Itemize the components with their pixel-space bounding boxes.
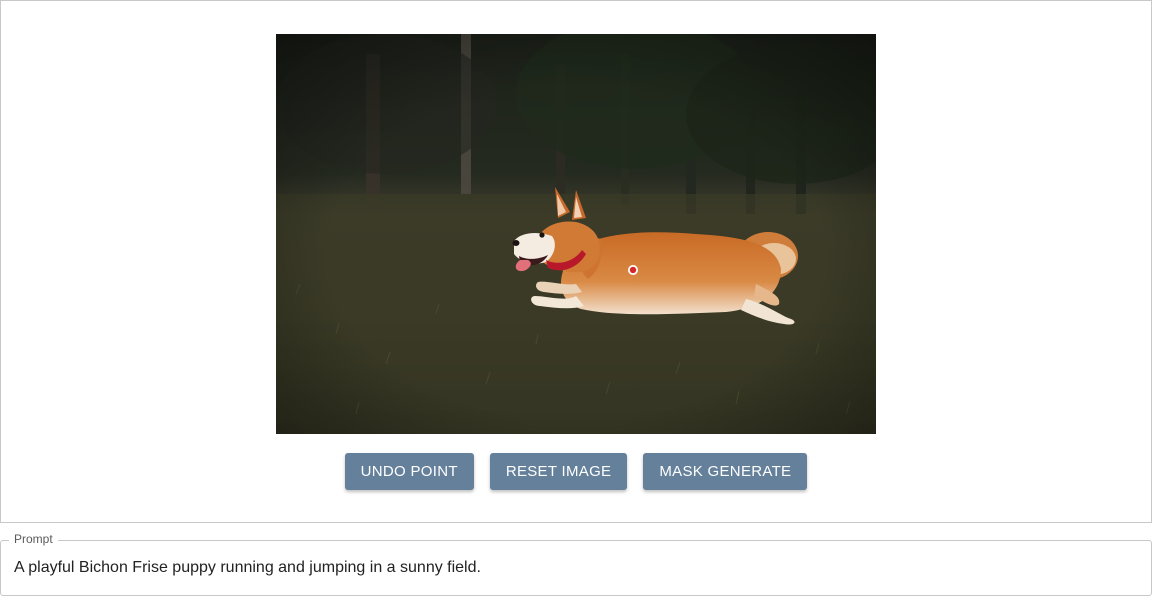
reset-image-button[interactable]: RESET IMAGE: [489, 453, 628, 490]
image-canvas[interactable]: [276, 34, 876, 434]
action-button-row: UNDO POINT RESET IMAGE MASK GENERATE: [1, 453, 1151, 490]
prompt-input-value[interactable]: A playful Bichon Frise puppy running and…: [14, 559, 481, 577]
prompt-label: Prompt: [9, 532, 58, 546]
dog-photo[interactable]: [276, 34, 876, 434]
undo-point-button[interactable]: UNDO POINT: [344, 453, 474, 490]
mask-generate-button[interactable]: MASK GENERATE: [643, 453, 808, 490]
selection-point-marker[interactable]: [628, 265, 638, 275]
image-editor-panel: UNDO POINT RESET IMAGE MASK GENERATE: [0, 0, 1152, 523]
